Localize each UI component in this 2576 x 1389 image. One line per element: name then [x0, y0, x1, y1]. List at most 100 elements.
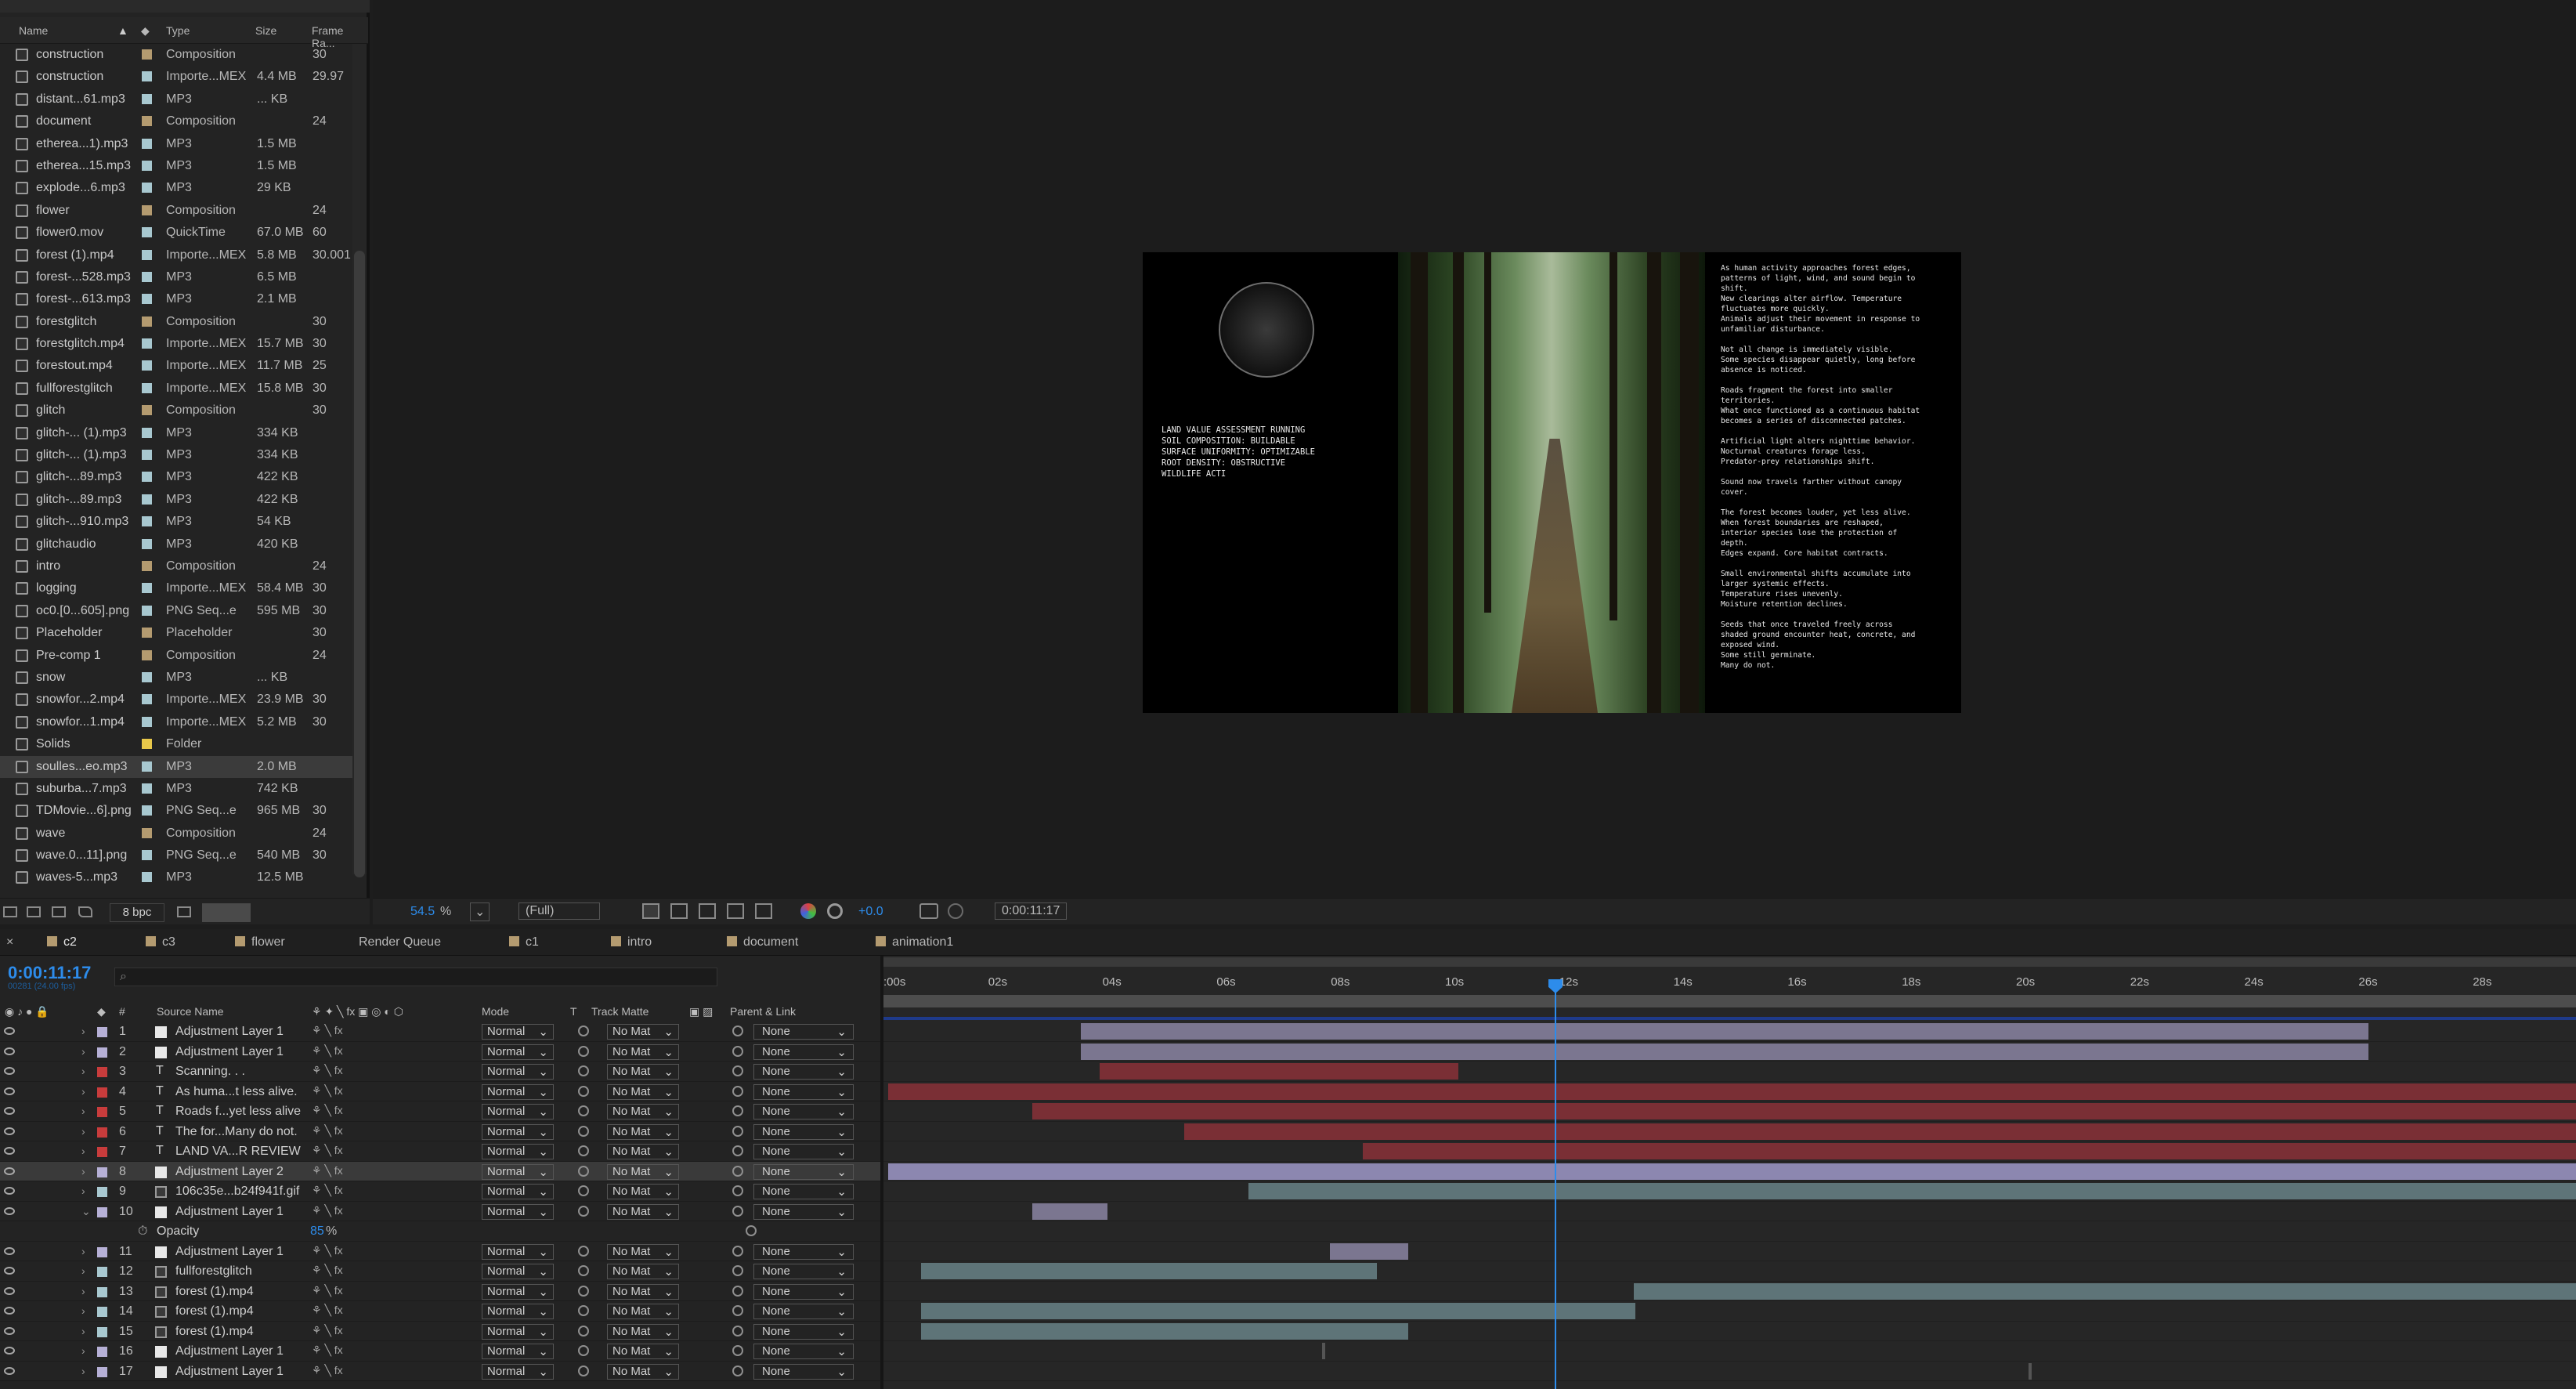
label-color-swatch[interactable]	[97, 1326, 107, 1337]
project-item[interactable]: etherea...1).mp3 MP3 1.5 MB	[0, 133, 360, 155]
zoom-value[interactable]: 54.5	[410, 905, 435, 919]
layer-name[interactable]: Adjustment Layer 1	[175, 1025, 301, 1039]
project-item[interactable]: glitch-... (1).mp3 MP3 334 KB	[0, 444, 360, 466]
blend-mode-dropdown[interactable]: Normal ⌄	[482, 1144, 554, 1159]
parent-dropdown[interactable]: None ⌄	[753, 1083, 854, 1100]
layer-duration-bar[interactable]	[1330, 1243, 1408, 1260]
label-color-swatch[interactable]	[142, 116, 152, 127]
layer-switches-icon[interactable]: ⚘ ╲ fx	[312, 1184, 343, 1197]
project-item[interactable]: snowfor...1.mp4 Importe...MEX 5.2 MB 30	[0, 711, 360, 733]
track-matte-dropdown[interactable]: No Mat ⌄	[607, 1304, 679, 1319]
av-switches-icon[interactable]: ◉ ♪ ● 🔒	[5, 1005, 49, 1018]
chevron-right-icon[interactable]: ›	[81, 1025, 85, 1037]
project-item[interactable]: Solids Folder	[0, 733, 360, 755]
show-snapshot-icon[interactable]	[948, 903, 963, 919]
layer-duration-bar[interactable]	[1100, 1063, 1458, 1080]
blend-mode-dropdown[interactable]: Normal ⌄	[482, 1083, 554, 1100]
parent-pick-whip-icon[interactable]	[732, 1305, 743, 1316]
parent-pick-whip-icon[interactable]	[732, 1145, 743, 1156]
layer-switches-icon[interactable]: ⚘ ╲ fx	[312, 1144, 343, 1157]
parent-dropdown[interactable]: None ⌄	[753, 1123, 854, 1140]
label-color-swatch[interactable]	[142, 694, 152, 705]
tab-5[interactable]: intro	[611, 935, 652, 950]
label-color-swatch[interactable]	[142, 494, 152, 505]
chevron-right-icon[interactable]: ›	[81, 1125, 85, 1138]
channel-icon[interactable]	[800, 903, 816, 919]
time-navigator[interactable]	[883, 957, 2576, 967]
layer-switches-icon[interactable]: ⚘ ╲ fx	[312, 1084, 343, 1098]
label-color-swatch[interactable]	[97, 1267, 107, 1277]
label-color-swatch[interactable]	[142, 183, 152, 194]
track-matte-dropdown[interactable]: No Mat ⌄	[607, 1243, 679, 1260]
parent-dropdown[interactable]: None ⌄	[753, 1203, 854, 1220]
layer-name[interactable]: Scanning. . .	[175, 1065, 301, 1079]
parent-pick-whip-icon[interactable]	[732, 1265, 743, 1276]
blend-mode-dropdown[interactable]: Normal ⌄	[482, 1344, 554, 1359]
label-color-swatch[interactable]	[142, 827, 152, 838]
label-color-swatch[interactable]	[142, 450, 152, 461]
project-item[interactable]: flower0.mov QuickTime 67.0 MB 60	[0, 222, 360, 244]
layer-duration-bar[interactable]	[1032, 1103, 2576, 1120]
project-item[interactable]: oc0.[0...605].png PNG Seq...e 595 MB 30	[0, 600, 360, 622]
layer-duration-bar[interactable]	[1081, 1043, 2368, 1060]
matte-link-icon[interactable]	[578, 1245, 589, 1257]
matte-link-icon[interactable]	[578, 1325, 589, 1337]
matte-link-icon[interactable]	[578, 1085, 589, 1097]
label-column-icon[interactable]: ◆	[97, 1005, 106, 1018]
column-type[interactable]: Type	[166, 24, 190, 37]
parent-dropdown[interactable]: None ⌄	[753, 1163, 854, 1180]
zoom-dropdown-icon[interactable]: ⌄	[470, 902, 490, 921]
region-of-interest-icon[interactable]	[727, 903, 744, 919]
label-color-swatch[interactable]	[142, 761, 152, 772]
track-matte-dropdown[interactable]: No Mat ⌄	[607, 1044, 679, 1060]
property-row-opacity[interactable]: ⏱ Opacity 85%	[0, 1221, 880, 1242]
project-item[interactable]: soulles...eo.mp3 MP3 2.0 MB	[0, 755, 360, 778]
blend-mode-dropdown[interactable]: Normal ⌄	[482, 1264, 554, 1279]
label-color-swatch[interactable]	[97, 1167, 107, 1177]
label-color-swatch[interactable]	[142, 850, 152, 861]
layer-switches-icon[interactable]: ⚘ ╲ fx	[312, 1204, 343, 1217]
project-item[interactable]: glitch Composition 30	[0, 400, 360, 421]
project-item[interactable]: glitch-...89.mp3 MP3 422 KB	[0, 466, 360, 488]
parent-dropdown[interactable]: None ⌄	[753, 1304, 854, 1319]
parent-pick-whip-icon[interactable]	[732, 1285, 743, 1297]
column-name[interactable]: Name	[19, 24, 48, 37]
parent-pick-whip-icon[interactable]	[732, 1105, 743, 1116]
visibility-eye-icon[interactable]	[4, 1047, 15, 1055]
project-item[interactable]: construction Composition 30	[0, 44, 360, 66]
label-color-swatch[interactable]	[97, 1206, 107, 1217]
matte-link-icon[interactable]	[578, 1345, 589, 1356]
parent-dropdown[interactable]: None ⌄	[753, 1344, 854, 1359]
exposure-reset-icon[interactable]	[827, 903, 843, 919]
track-matte-dropdown[interactable]: No Mat ⌄	[607, 1064, 679, 1080]
parent-pick-whip-icon[interactable]	[732, 1205, 743, 1217]
blend-mode-dropdown[interactable]: Normal ⌄	[482, 1243, 554, 1260]
label-color-swatch[interactable]	[142, 204, 152, 215]
project-item[interactable]: fullforestglitch Importe...MEX 15.8 MB 30	[0, 378, 360, 400]
project-item[interactable]: intro Composition 24	[0, 555, 360, 577]
project-item[interactable]: etherea...15.mp3 MP3 1.5 MB	[0, 155, 360, 177]
parent-dropdown[interactable]: None ⌄	[753, 1044, 854, 1060]
tab-6[interactable]: document	[727, 935, 798, 950]
label-color-swatch[interactable]	[97, 1307, 107, 1317]
label-color-swatch[interactable]	[97, 1027, 107, 1037]
project-item[interactable]: Placeholder Placeholder 30	[0, 622, 360, 644]
label-color-swatch[interactable]	[97, 1107, 107, 1117]
layer-track[interactable]	[883, 1101, 2576, 1122]
layer-row[interactable]: › 3 T Scanning. . . ⚘ ╲ fx Normal ⌄ No Mat ⌄ None…	[0, 1062, 880, 1082]
fast-preview-icon[interactable]	[642, 903, 659, 919]
layer-row[interactable]: › 2 Adjustment Layer 1 ⚘ ╲ fx Normal ⌄ No Mat ⌄…	[0, 1042, 880, 1062]
blend-mode-dropdown[interactable]: Normal ⌄	[482, 1304, 554, 1319]
stopwatch-icon[interactable]: ⏱	[138, 1224, 147, 1239]
new-composition-icon[interactable]	[52, 906, 66, 917]
track-matte-dropdown[interactable]: No Mat ⌄	[607, 1363, 679, 1380]
parent-pick-whip-icon[interactable]	[732, 1125, 743, 1137]
layer-row[interactable]: ⌄ 10 Adjustment Layer 1 ⚘ ╲ fx Normal ⌄ No Mat…	[0, 1202, 880, 1221]
project-search-input[interactable]	[0, 0, 370, 13]
project-item[interactable]: glitch-... (1).mp3 MP3 334 KB	[0, 422, 360, 444]
blend-mode-dropdown[interactable]: Normal ⌄	[482, 1363, 554, 1380]
label-color-swatch[interactable]	[142, 227, 152, 238]
layer-row[interactable]: › 6 T The for...Many do not. ⚘ ╲ fx Normal ⌄ No…	[0, 1122, 880, 1141]
visibility-eye-icon[interactable]	[4, 1307, 15, 1315]
label-color-swatch[interactable]	[97, 1347, 107, 1357]
